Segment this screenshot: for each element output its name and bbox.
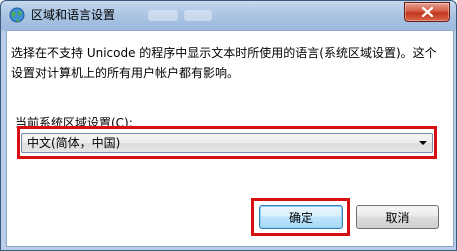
title-bar[interactable]: 区域和语言设置 <box>1 1 456 30</box>
locale-dropdown[interactable]: 中文(简体，中国) <box>21 133 433 153</box>
window-title: 区域和语言设置 <box>31 8 116 22</box>
title-background-artifact <box>148 10 214 21</box>
globe-icon <box>9 7 25 23</box>
close-button[interactable] <box>404 2 450 22</box>
dialog-content: 选择在不支持 Unicode 的程序中显示文本时所使用的语言(系统区域设置)。这… <box>6 30 454 247</box>
description-text: 选择在不支持 Unicode 的程序中显示文本时所使用的语言(系统区域设置)。这… <box>11 46 437 80</box>
cancel-button[interactable]: 取消 <box>356 205 439 229</box>
locale-selected-value: 中文(简体，中国) <box>27 136 121 150</box>
ok-button[interactable]: 确定 <box>259 205 343 229</box>
dialog-window: 区域和语言设置 选择在不支持 Unicode 的程序中显示文本时所使用的语言(系… <box>0 0 457 251</box>
chevron-down-icon <box>419 141 427 145</box>
close-icon <box>421 7 433 17</box>
